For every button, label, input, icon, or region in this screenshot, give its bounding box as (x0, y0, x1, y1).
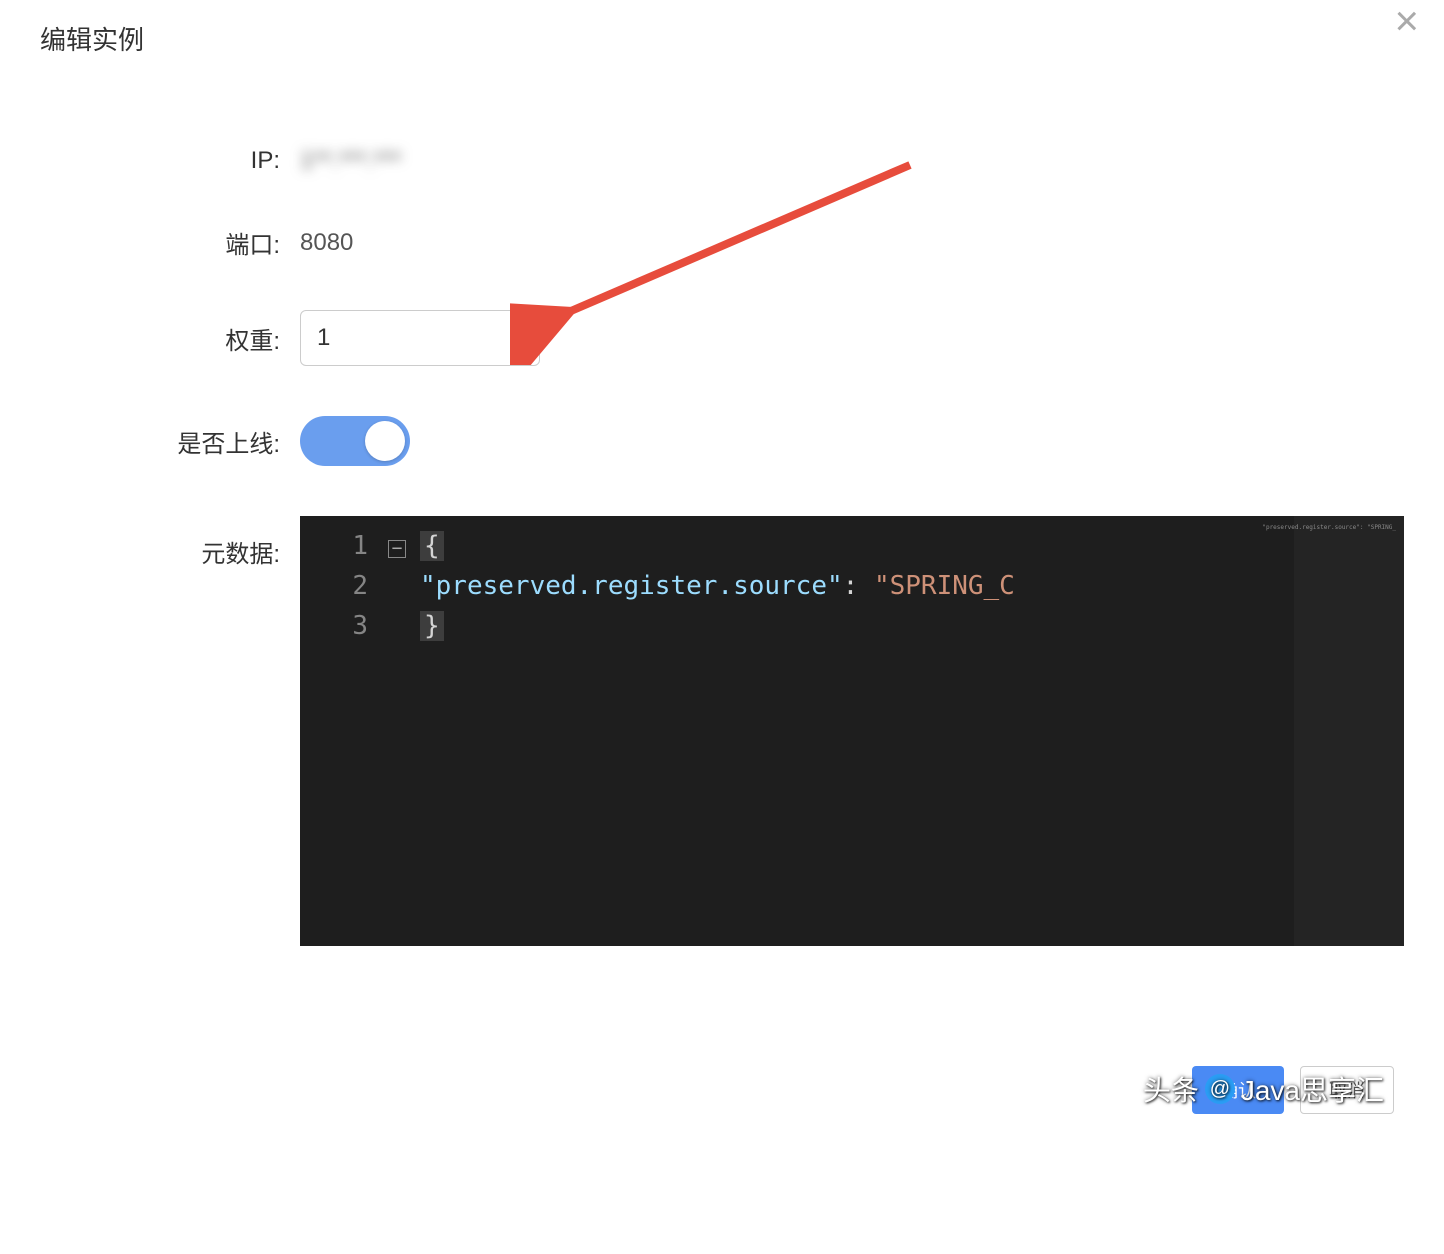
online-toggle[interactable] (300, 416, 410, 466)
edit-instance-dialog: 编辑实例 × IP: 1**.***.*** 端口: 8080 权重: 是否上线… (0, 0, 1444, 1254)
json-open-brace: { (420, 531, 444, 561)
editor-content[interactable]: { "preserved.register.source": "SPRING_C… (420, 526, 1404, 646)
fold-collapse-icon[interactable]: − (388, 540, 406, 558)
json-key: "preserved.register.source" (420, 571, 843, 601)
dialog-title: 编辑实例 (40, 20, 1404, 57)
line-number: 1 (312, 526, 368, 566)
watermark-at-icon: @ (1205, 1074, 1235, 1104)
ip-label: IP: (40, 147, 300, 175)
ip-row: IP: 1**.***.*** (40, 147, 1404, 175)
json-close-brace: } (420, 611, 444, 641)
metadata-editor[interactable]: 1 2 3 − { "preserved.register.source": "… (300, 516, 1404, 946)
port-row: 端口: 8080 (40, 225, 1404, 260)
port-value: 8080 (300, 229, 353, 257)
online-row: 是否上线: (40, 416, 1404, 466)
json-value: "SPRING_C (874, 571, 1015, 601)
watermark-prefix: 头条 (1143, 1069, 1199, 1109)
line-number: 3 (312, 606, 368, 646)
watermark: 头条 @ Java思享汇 (1143, 1069, 1384, 1109)
editor-minimap[interactable]: "preserved.register.source": "SPRING_ (1294, 516, 1404, 946)
online-label: 是否上线: (40, 424, 300, 459)
weight-row: 权重: (40, 310, 1404, 366)
weight-input[interactable] (300, 310, 540, 366)
metadata-row: 元数据: 1 2 3 − { "preserved.register.sourc… (40, 516, 1404, 946)
minimap-preview: "preserved.register.source": "SPRING_ (1262, 524, 1396, 531)
editor-gutter: 1 2 3 (300, 516, 380, 656)
toggle-knob (365, 421, 405, 461)
watermark-name: Java思享汇 (1241, 1069, 1384, 1109)
close-icon[interactable]: × (1394, 0, 1419, 42)
weight-label: 权重: (40, 321, 300, 356)
metadata-label: 元数据: (40, 516, 300, 569)
line-number: 2 (312, 566, 368, 606)
ip-value: 1**.***.*** (300, 147, 401, 175)
port-label: 端口: (40, 225, 300, 260)
editor-fold-column: − (386, 526, 408, 566)
